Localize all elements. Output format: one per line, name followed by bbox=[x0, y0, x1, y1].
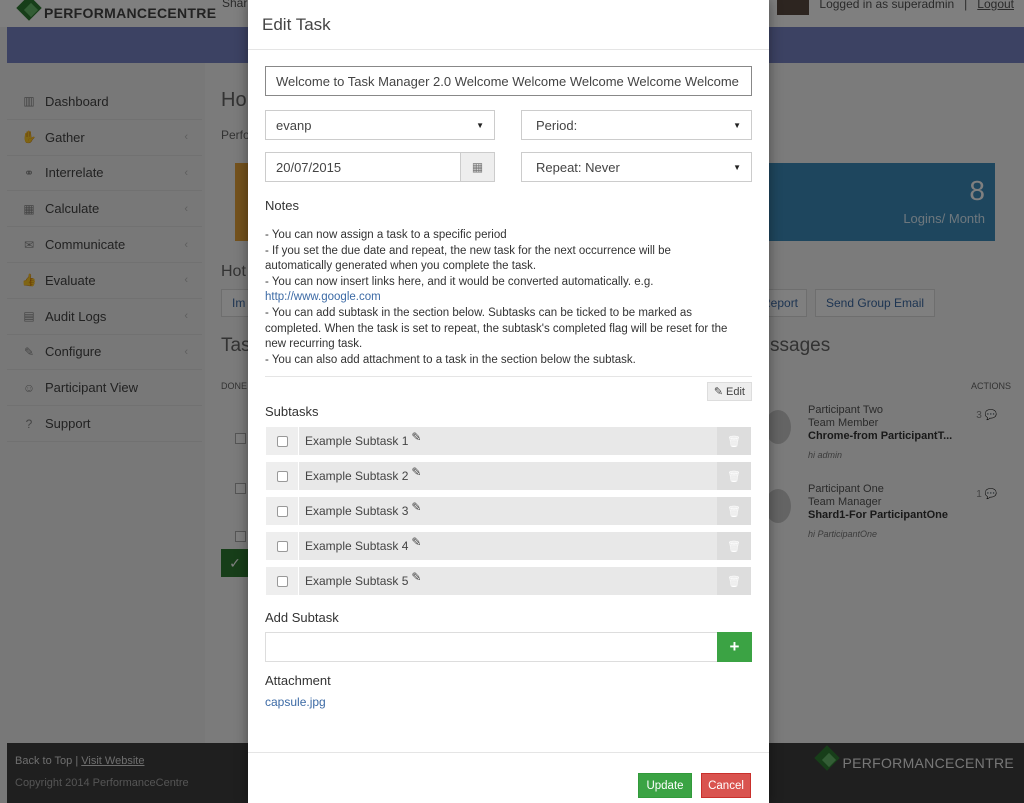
notes-line: automatically generated when you complet… bbox=[265, 260, 537, 273]
repeat-value: Repeat: Never bbox=[536, 159, 620, 175]
divider bbox=[265, 376, 752, 377]
edit-label: Edit bbox=[726, 385, 745, 398]
notes-line: - If you set the due date and repeat, th… bbox=[265, 244, 671, 257]
subtask-checkbox-cell bbox=[266, 532, 299, 560]
subtask-checkbox-cell bbox=[266, 567, 299, 595]
subtask-checkbox[interactable] bbox=[276, 435, 288, 447]
subtask-label: Example Subtask 4 bbox=[305, 539, 409, 553]
notes-line: completed. When the task is set to repea… bbox=[265, 322, 728, 335]
subtask-name: Example Subtask 1 ✎ bbox=[305, 427, 421, 455]
plus-icon: + bbox=[729, 637, 740, 656]
subtask-label: Example Subtask 5 bbox=[305, 574, 409, 588]
subtask-name: Example Subtask 4 ✎ bbox=[305, 532, 421, 560]
trash-icon[interactable]: 🗑 bbox=[717, 497, 751, 525]
subtask-checkbox[interactable] bbox=[276, 505, 288, 517]
edit-icon[interactable]: ✎ bbox=[411, 570, 421, 584]
caret-down-icon: ▼ bbox=[733, 162, 741, 172]
subtask-checkbox[interactable] bbox=[276, 575, 288, 587]
edit-task-modal: Edit Task Welcome to Task Manager 2.0 We… bbox=[248, 0, 769, 803]
subtasks-label: Subtasks bbox=[265, 404, 319, 419]
repeat-select[interactable]: Repeat: Never ▼ bbox=[521, 152, 752, 182]
subtask-row: Example Subtask 2 ✎ 🗑 bbox=[265, 461, 752, 491]
trash-icon[interactable]: 🗑 bbox=[717, 462, 751, 490]
notes-line: - You can now insert links here, and it … bbox=[265, 275, 654, 288]
subtask-label: Example Subtask 1 bbox=[305, 434, 409, 448]
period-value: Period: bbox=[536, 117, 578, 133]
caret-down-icon: ▼ bbox=[733, 120, 741, 130]
task-title-value: Welcome to Task Manager 2.0 Welcome Welc… bbox=[276, 73, 739, 89]
trash-icon[interactable]: 🗑 bbox=[717, 532, 751, 560]
calendar-icon[interactable]: ▦ bbox=[460, 153, 494, 181]
edit-icon: ✎ bbox=[713, 386, 724, 398]
modal-header: Edit Task bbox=[248, 0, 769, 50]
trash-icon[interactable]: 🗑 bbox=[717, 427, 751, 455]
subtask-label: Example Subtask 2 bbox=[305, 469, 409, 483]
caret-down-icon: ▼ bbox=[476, 120, 484, 130]
subtask-checkbox[interactable] bbox=[276, 470, 288, 482]
add-subtask-button[interactable]: + bbox=[717, 632, 752, 662]
subtask-checkbox-cell bbox=[266, 497, 299, 525]
edit-icon[interactable]: ✎ bbox=[411, 430, 421, 444]
notes-line: - You can add subtask in the section bel… bbox=[265, 306, 693, 319]
modal-title: Edit Task bbox=[262, 15, 331, 34]
edit-notes-button[interactable]: ✎ Edit bbox=[706, 382, 752, 401]
attachment-link[interactable]: capsule.jpg bbox=[265, 695, 326, 709]
subtask-name: Example Subtask 3 ✎ bbox=[305, 497, 421, 525]
add-subtask-input[interactable] bbox=[265, 632, 718, 662]
notes-line: - You can now assign a task to a specifi… bbox=[265, 229, 507, 241]
notes-label: Notes bbox=[265, 198, 299, 213]
subtask-name: Example Subtask 5 ✎ bbox=[305, 567, 421, 595]
subtask-checkbox-cell bbox=[266, 427, 299, 455]
task-title-input[interactable]: Welcome to Task Manager 2.0 Welcome Welc… bbox=[265, 66, 752, 96]
cancel-button[interactable]: Cancel bbox=[701, 773, 751, 798]
add-subtask-label: Add Subtask bbox=[265, 610, 339, 625]
due-date-value: 20/07/2015 bbox=[276, 159, 342, 175]
subtask-label: Example Subtask 3 bbox=[305, 504, 409, 518]
subtask-row: Example Subtask 4 ✎ 🗑 bbox=[265, 531, 752, 561]
subtask-row: Example Subtask 1 ✎ 🗑 bbox=[265, 426, 752, 456]
subtask-checkbox[interactable] bbox=[276, 540, 288, 552]
notes-line: - You can also add attachment to a task … bbox=[265, 353, 636, 366]
modal-footer: Update Cancel bbox=[248, 752, 769, 803]
notes-line: new recurring task. bbox=[265, 338, 363, 351]
subtask-checkbox-cell bbox=[266, 462, 299, 490]
update-button[interactable]: Update bbox=[638, 773, 692, 798]
assignee-select[interactable]: evanp ▼ bbox=[265, 110, 495, 140]
edit-icon[interactable]: ✎ bbox=[411, 535, 421, 549]
assignee-value: evanp bbox=[276, 117, 312, 133]
subtask-row: Example Subtask 3 ✎ 🗑 bbox=[265, 496, 752, 526]
subtask-name: Example Subtask 2 ✎ bbox=[305, 462, 421, 490]
subtask-row: Example Subtask 5 ✎ 🗑 bbox=[265, 566, 752, 596]
trash-icon[interactable]: 🗑 bbox=[717, 567, 751, 595]
edit-icon[interactable]: ✎ bbox=[411, 465, 421, 479]
edit-icon[interactable]: ✎ bbox=[411, 500, 421, 514]
notes-link[interactable]: http://www.google.com bbox=[265, 290, 752, 306]
period-select[interactable]: Period: ▼ bbox=[521, 110, 752, 140]
notes-content: - You can now assign a task to a specifi… bbox=[265, 228, 752, 368]
due-date-input[interactable]: 20/07/2015 ▦ bbox=[265, 152, 495, 182]
attachment-label: Attachment bbox=[265, 673, 331, 688]
